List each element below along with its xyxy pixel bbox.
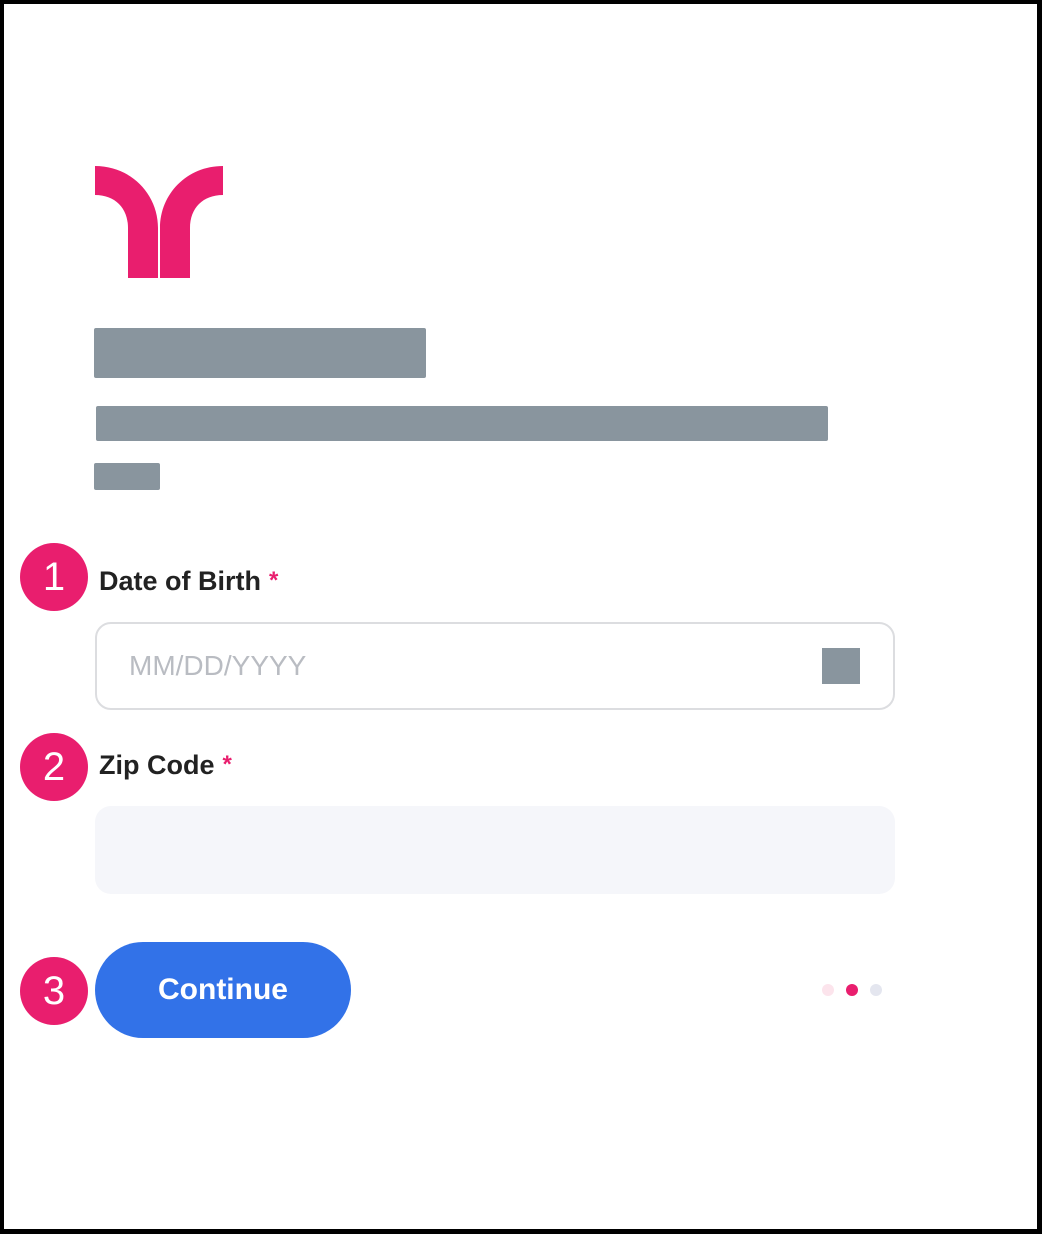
- redacted-short-text: [94, 463, 160, 490]
- redacted-description: [96, 406, 828, 441]
- step-badge-3: 3: [20, 957, 88, 1025]
- zip-code-input[interactable]: [95, 806, 895, 894]
- dob-label: Date of Birth *: [99, 565, 278, 597]
- calendar-icon[interactable]: [822, 648, 860, 684]
- required-marker: *: [269, 567, 279, 594]
- redacted-title: [94, 328, 426, 378]
- zip-label-text: Zip Code: [99, 750, 215, 780]
- zip-label: Zip Code *: [99, 749, 232, 781]
- step-badge-2: 2: [20, 733, 88, 801]
- progress-dots: [822, 984, 882, 996]
- progress-dot: [822, 984, 834, 996]
- dob-field[interactable]: [95, 622, 895, 710]
- continue-button[interactable]: Continue: [95, 942, 351, 1038]
- dob-label-text: Date of Birth: [99, 566, 261, 596]
- brand-logo-icon: [95, 166, 223, 278]
- required-marker: *: [222, 751, 232, 778]
- step-badge-1: 1: [20, 543, 88, 611]
- progress-dot: [870, 984, 882, 996]
- dob-input[interactable]: [129, 644, 809, 688]
- progress-dot: [846, 984, 858, 996]
